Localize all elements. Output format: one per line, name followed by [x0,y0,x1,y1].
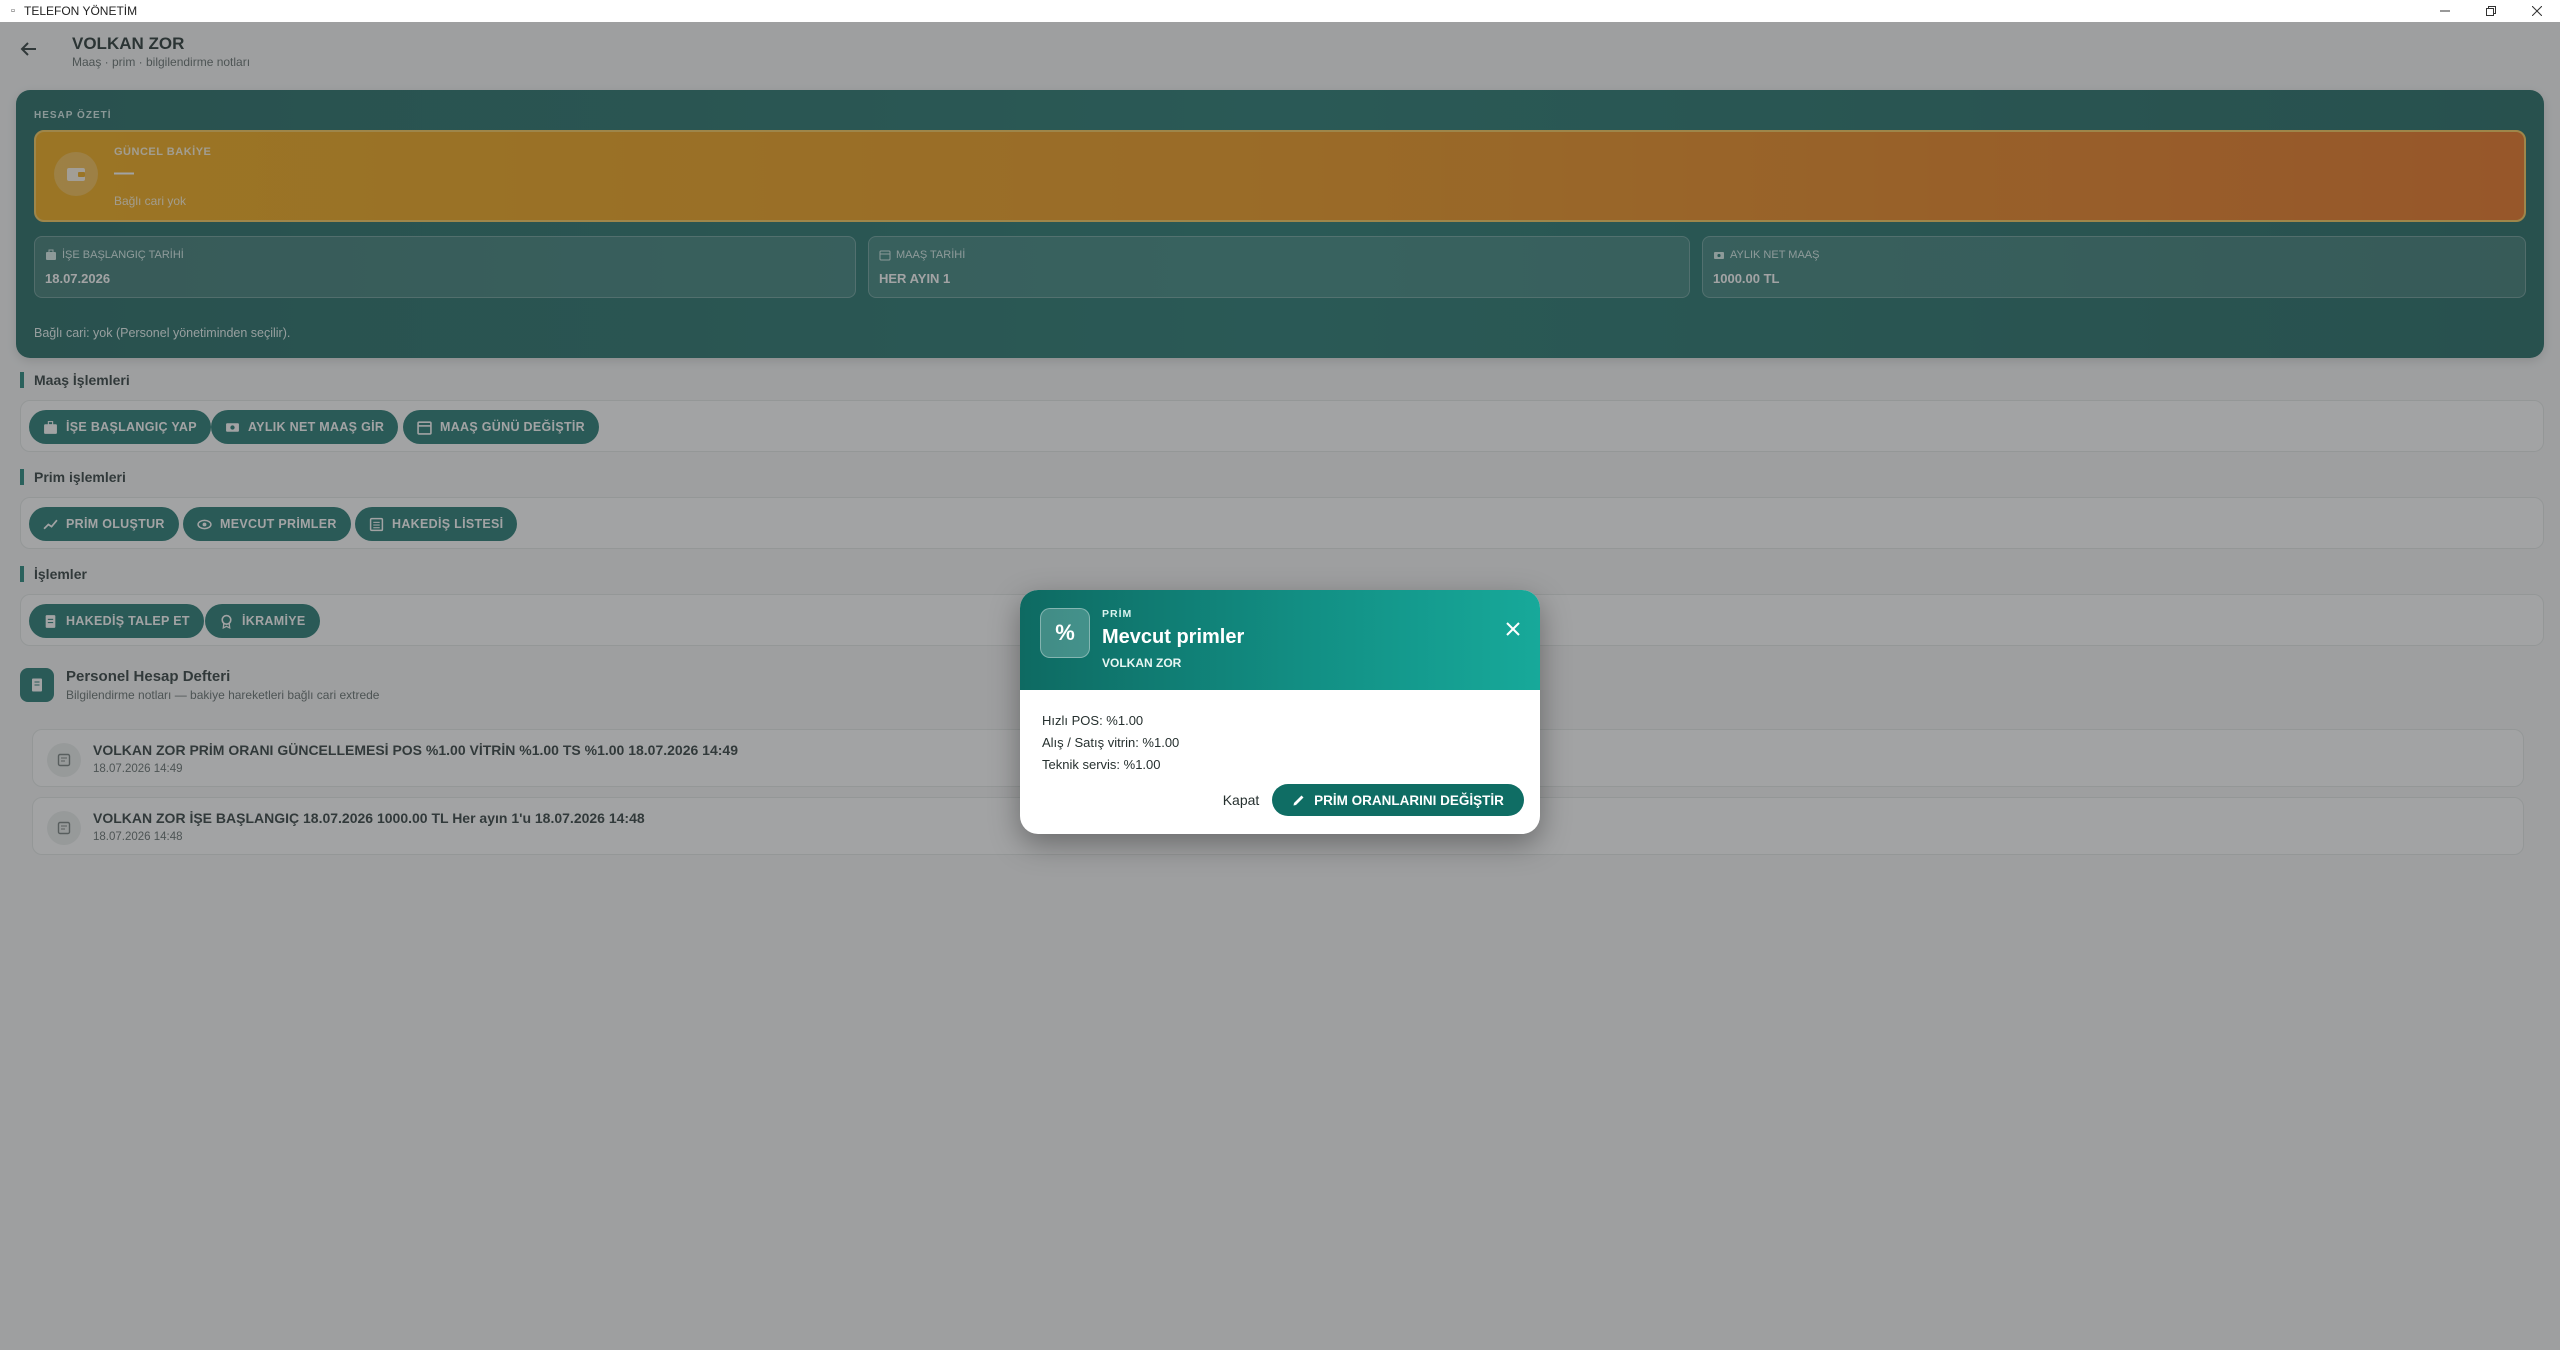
window-title: TELEFON YÖNETİM [24,4,138,18]
change-bonus-rates-button[interactable]: PRİM ORANLARINI DEĞİŞTİR [1272,784,1524,816]
current-bonuses-dialog: % PRİM Mevcut primler VOLKAN ZOR Hızlı P… [1020,590,1540,834]
change-bonus-rates-label: PRİM ORANLARINI DEĞİŞTİR [1314,792,1504,808]
dialog-kicker: PRİM [1102,608,1133,620]
dialog-header: % PRİM Mevcut primler VOLKAN ZOR [1020,590,1540,690]
dialog-title: Mevcut primler [1102,626,1245,648]
bonus-rate-showcase: Alış / Satış vitrin: %1.00 [1042,735,1180,750]
dialog-person: VOLKAN ZOR [1102,656,1182,670]
percent-icon: % [1040,608,1090,658]
bonus-rate-service: Teknik servis: %1.00 [1042,757,1161,772]
pencil-icon [1293,795,1304,806]
minimize-icon[interactable] [2422,0,2468,22]
close-window-icon[interactable] [2514,0,2560,22]
bonus-rate-pos: Hızlı POS: %1.00 [1042,713,1144,728]
title-bar: ▫ TELEFON YÖNETİM [0,0,2560,22]
app-icon: ▫ [11,5,15,17]
bonus-rates-list: Hızlı POS: %1.00 Alış / Satış vitrin: %1… [1042,710,1179,776]
close-icon[interactable] [1500,616,1526,642]
window-controls [2422,0,2560,22]
restore-icon[interactable] [2468,0,2514,22]
close-button[interactable]: Kapat [1210,786,1272,814]
